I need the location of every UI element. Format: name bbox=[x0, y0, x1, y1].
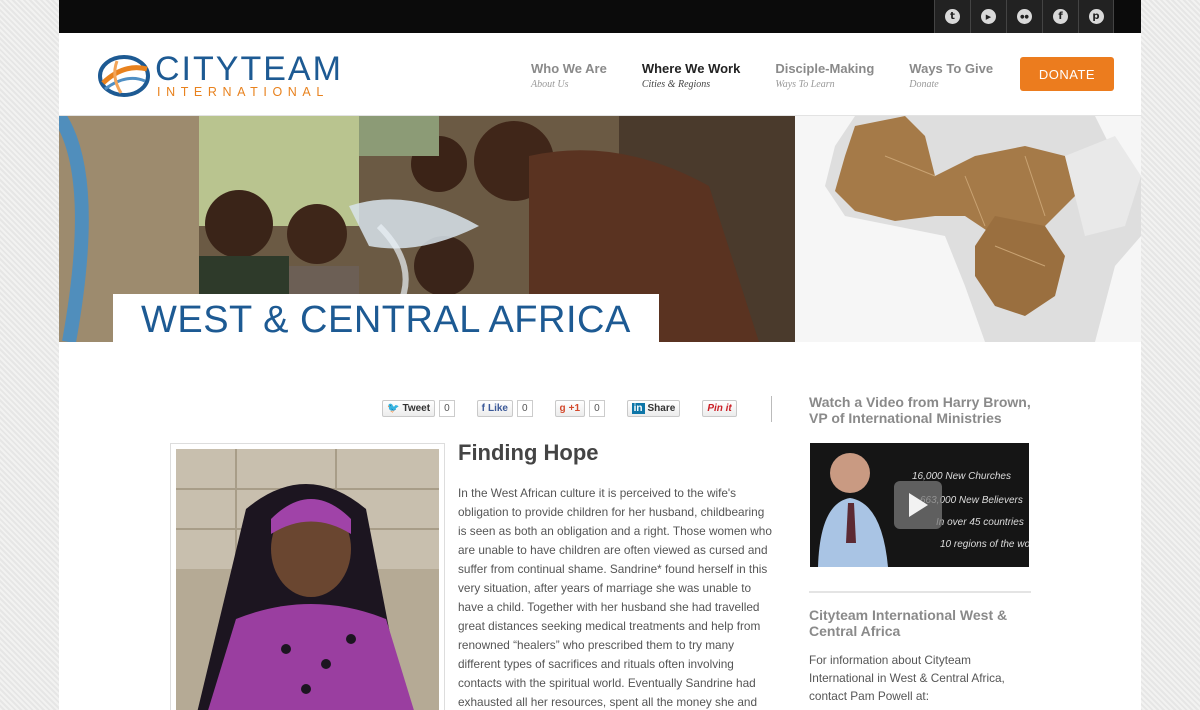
plus-one-count: 0 bbox=[589, 400, 605, 417]
like-count: 0 bbox=[516, 400, 533, 417]
region-title: WEST & CENTRAL AFRICA bbox=[113, 294, 659, 342]
pinterest-link[interactable]: p bbox=[1078, 0, 1114, 33]
facebook-icon: f bbox=[1053, 9, 1068, 24]
nav-subtitle: Ways To Learn bbox=[775, 79, 835, 90]
nav-where-we-work[interactable]: Where We Work Cities & Regions bbox=[642, 61, 740, 92]
nav-title: Ways To Give bbox=[909, 61, 994, 76]
cityteam-logo[interactable]: CITYTEAM INTERNATIONAL bbox=[97, 51, 357, 101]
play-icon bbox=[909, 493, 928, 517]
page: t ▶ ●● f p CITYTEAM INTERNATIONAL Who We… bbox=[59, 0, 1141, 710]
twitter-icon: t bbox=[945, 9, 960, 24]
woman-portrait-photo bbox=[176, 449, 439, 710]
google-plus-button[interactable]: g +1 bbox=[554, 400, 586, 417]
pin-it-label: Pin it bbox=[707, 403, 732, 414]
article-title: Finding Hope bbox=[458, 440, 599, 465]
nav-title: Who We Are bbox=[531, 61, 607, 76]
tweet-count: 0 bbox=[439, 400, 455, 417]
social-links: t ▶ ●● f p bbox=[934, 0, 1114, 33]
nav-who-we-are[interactable]: Who We Are About Us bbox=[531, 61, 607, 92]
video-stat: 10 regions of the world bbox=[940, 539, 1029, 550]
tweet-button[interactable]: 🐦 Tweet bbox=[382, 400, 436, 417]
hero-banner: WEST & CENTRAL AFRICA bbox=[59, 116, 1141, 342]
facebook-icon: f bbox=[481, 403, 485, 414]
africa-map bbox=[795, 116, 1141, 342]
main-nav: Who We Are About Us Where We Work Cities… bbox=[531, 61, 1028, 92]
africa-map-graphic bbox=[795, 116, 1141, 342]
facebook-link[interactable]: f bbox=[1042, 0, 1078, 33]
donate-button[interactable]: DONATE bbox=[1020, 57, 1114, 91]
flickr-icon: ●● bbox=[1017, 9, 1032, 24]
linkedin-icon: in bbox=[631, 403, 645, 414]
hero-photo: WEST & CENTRAL AFRICA bbox=[59, 116, 795, 342]
tweet-label: Tweet bbox=[402, 403, 431, 414]
contact-heading: Cityteam International West & Central Af… bbox=[809, 607, 1008, 639]
article-body: In the West African culture it is percei… bbox=[458, 486, 772, 709]
top-bar: t ▶ ●● f p bbox=[59, 0, 1141, 33]
like-label: Like bbox=[487, 403, 508, 414]
youtube-icon: ▶ bbox=[981, 9, 996, 24]
site-header: CITYTEAM INTERNATIONAL Who We Are About … bbox=[59, 33, 1141, 116]
logo-wordmark: CITYTEAM bbox=[155, 50, 343, 88]
nav-subtitle: About Us bbox=[531, 79, 569, 90]
youtube-link[interactable]: ▶ bbox=[970, 0, 1006, 33]
flickr-link[interactable]: ●● bbox=[1006, 0, 1042, 33]
contact-text: For information about Cityteam Internati… bbox=[809, 653, 1005, 703]
facebook-like-button[interactable]: f Like bbox=[476, 400, 513, 417]
article-photo-frame bbox=[170, 443, 445, 710]
share-bar: 🐦 Tweet 0 f Like 0 g +1 0 in Share Pin it bbox=[382, 400, 759, 417]
nav-ways-to-give[interactable]: Ways To Give Donate bbox=[909, 61, 993, 92]
nav-subtitle: Cities & Regions bbox=[641, 79, 711, 90]
video-heading: Watch a Video from Harry Brown, VP of In… bbox=[809, 394, 1031, 426]
linkedin-share-button[interactable]: in Share bbox=[626, 400, 681, 417]
play-button[interactable] bbox=[894, 481, 942, 529]
nav-disciple-making[interactable]: Disciple-Making Ways To Learn bbox=[775, 61, 874, 92]
linkedin-share-label: Share bbox=[647, 403, 676, 414]
google-plus-icon: g bbox=[559, 403, 566, 414]
logo-subtitle: INTERNATIONAL bbox=[157, 85, 329, 99]
plus-one-label: +1 bbox=[568, 403, 581, 414]
twitter-bird-icon: 🐦 bbox=[387, 403, 400, 414]
twitter-link[interactable]: t bbox=[934, 0, 970, 33]
nav-subtitle: Donate bbox=[909, 79, 939, 90]
nav-title: Disciple-Making bbox=[775, 61, 875, 76]
video-player[interactable]: 16,000 New Churches 663,000 New Believer… bbox=[810, 443, 1029, 567]
video-stat: In over 45 countries bbox=[936, 517, 1024, 528]
sidebar-divider bbox=[809, 591, 1031, 593]
pinterest-pin-button[interactable]: Pin it bbox=[702, 400, 737, 417]
logo-globe-icon bbox=[98, 55, 150, 97]
nav-title: Where We Work bbox=[641, 61, 741, 76]
vertical-divider bbox=[771, 396, 772, 422]
pinterest-icon: p bbox=[1088, 9, 1104, 24]
